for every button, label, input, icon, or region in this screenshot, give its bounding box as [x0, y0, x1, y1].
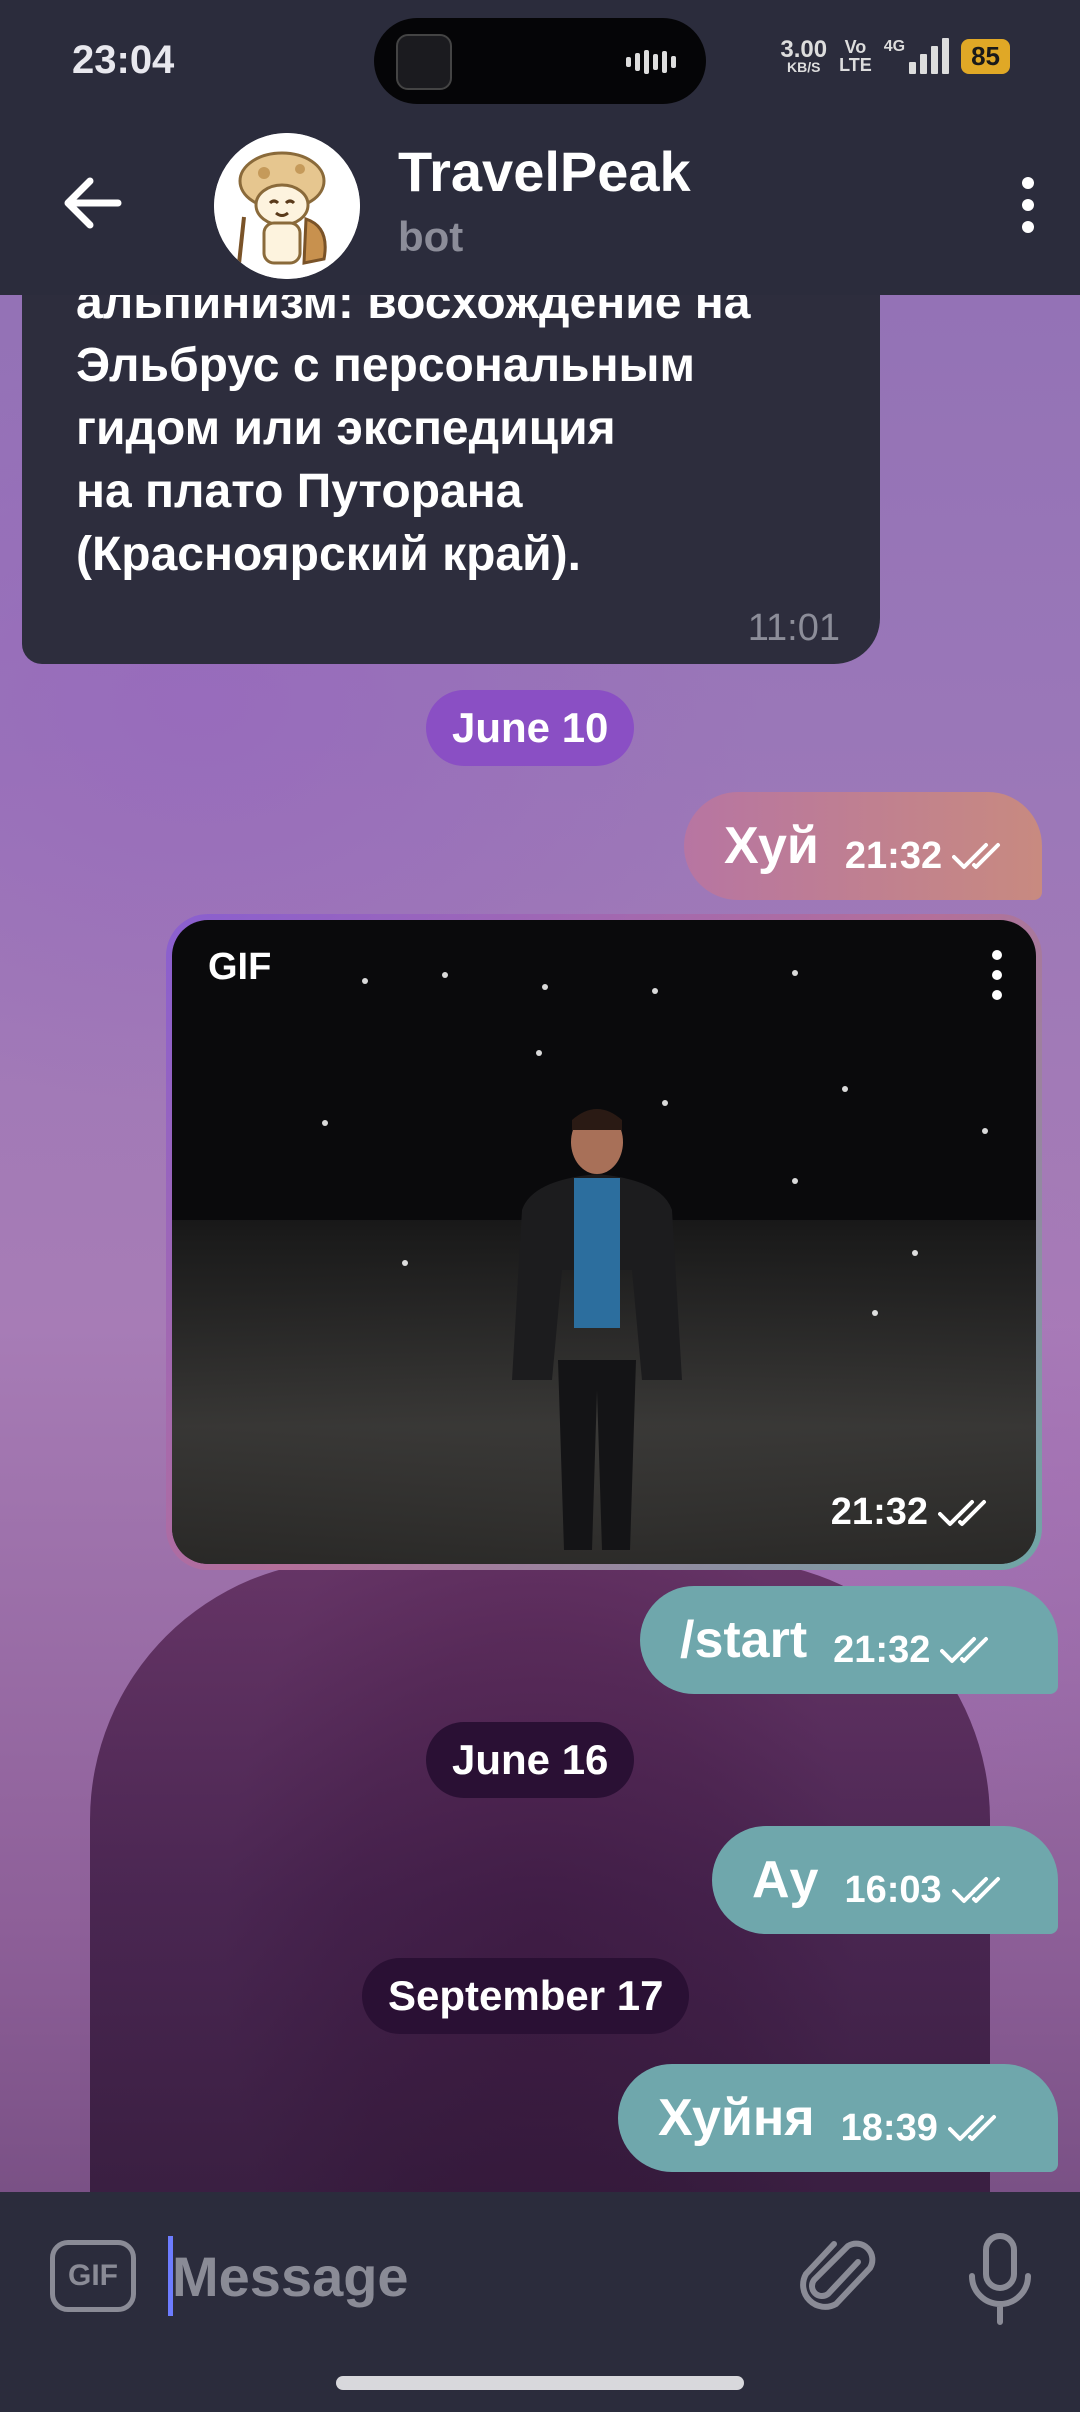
message-text: /start: [680, 1611, 808, 1669]
person-figure: [512, 1109, 682, 1550]
gif-button[interactable]: GIF: [50, 2240, 136, 2312]
incoming-message[interactable]: точно понравится элитный альпинизм: восх…: [22, 240, 880, 664]
gif-message[interactable]: GIF 21:32: [166, 914, 1042, 1570]
gif-badge: GIF: [208, 946, 272, 988]
network-type: 4G: [883, 38, 906, 55]
double-check-icon: [952, 843, 1001, 869]
gif-preview[interactable]: GIF 21:32: [172, 920, 1036, 1564]
network-speed: 3.00 KB/S: [780, 35, 828, 75]
dot-icon: [1022, 221, 1034, 233]
gif-options-button[interactable]: [992, 950, 1002, 1000]
attach-button[interactable]: [800, 2232, 880, 2322]
audio-wave-icon: [626, 50, 676, 74]
message-input[interactable]: [172, 2236, 772, 2316]
dynamic-island[interactable]: [374, 18, 706, 104]
bot-avatar[interactable]: [214, 133, 360, 279]
message-time: 21:32: [844, 834, 943, 877]
back-button[interactable]: [56, 167, 128, 239]
message-time: 21:32: [831, 1491, 996, 1534]
message-time: 11:01: [747, 607, 840, 649]
outgoing-message[interactable]: Хуйня 18:39: [618, 2064, 1058, 2172]
status-time: 23:04: [72, 38, 175, 82]
outgoing-message[interactable]: Ау 16:03: [712, 1826, 1058, 1934]
date-separator: June 10: [426, 690, 635, 766]
battery-indicator: 85: [961, 38, 1010, 74]
chat-title[interactable]: TravelPeak: [398, 139, 691, 204]
microphone-icon: [969, 2233, 1031, 2325]
outgoing-message[interactable]: /start 21:32: [640, 1586, 1058, 1694]
paperclip-icon: [800, 2240, 876, 2310]
chat-subtitle: bot: [398, 213, 464, 260]
message-text: Ау: [752, 1851, 819, 1909]
more-options-button[interactable]: [996, 165, 1060, 245]
outgoing-message[interactable]: Хуй 21:32: [684, 792, 1042, 900]
chat-header: TravelPeak bot: [0, 125, 1080, 295]
double-check-icon: [940, 1637, 989, 1663]
message-time: 21:32: [833, 1628, 931, 1671]
message-text: Хуй: [724, 817, 819, 875]
status-bar: 23:04 3.00 KB/S Vo LTE 4G 85: [0, 0, 1080, 125]
double-check-icon: [947, 2115, 996, 2141]
message-text: Хуйня: [658, 2089, 815, 2147]
home-indicator[interactable]: [336, 2376, 744, 2390]
status-indicators: 3.00 KB/S Vo LTE 4G 85: [780, 35, 1010, 75]
message-time: 16:03: [844, 1868, 942, 1911]
media-thumbnail: [396, 34, 452, 90]
arrow-left-icon: [64, 177, 122, 229]
date-separator: September 17: [362, 1958, 690, 2034]
microphone-button[interactable]: [960, 2228, 1040, 2328]
volte-icon: Vo LTE: [839, 37, 872, 75]
date-separator: June 16: [426, 1722, 635, 1798]
double-check-icon: [938, 1499, 986, 1526]
signal-icon: [909, 38, 950, 74]
dot-icon: [1022, 177, 1034, 189]
double-check-icon: [951, 1877, 1000, 1903]
dot-icon: [1022, 199, 1034, 211]
mushroom-hiker-icon: [214, 133, 360, 279]
message-time: 18:39: [840, 2106, 938, 2149]
